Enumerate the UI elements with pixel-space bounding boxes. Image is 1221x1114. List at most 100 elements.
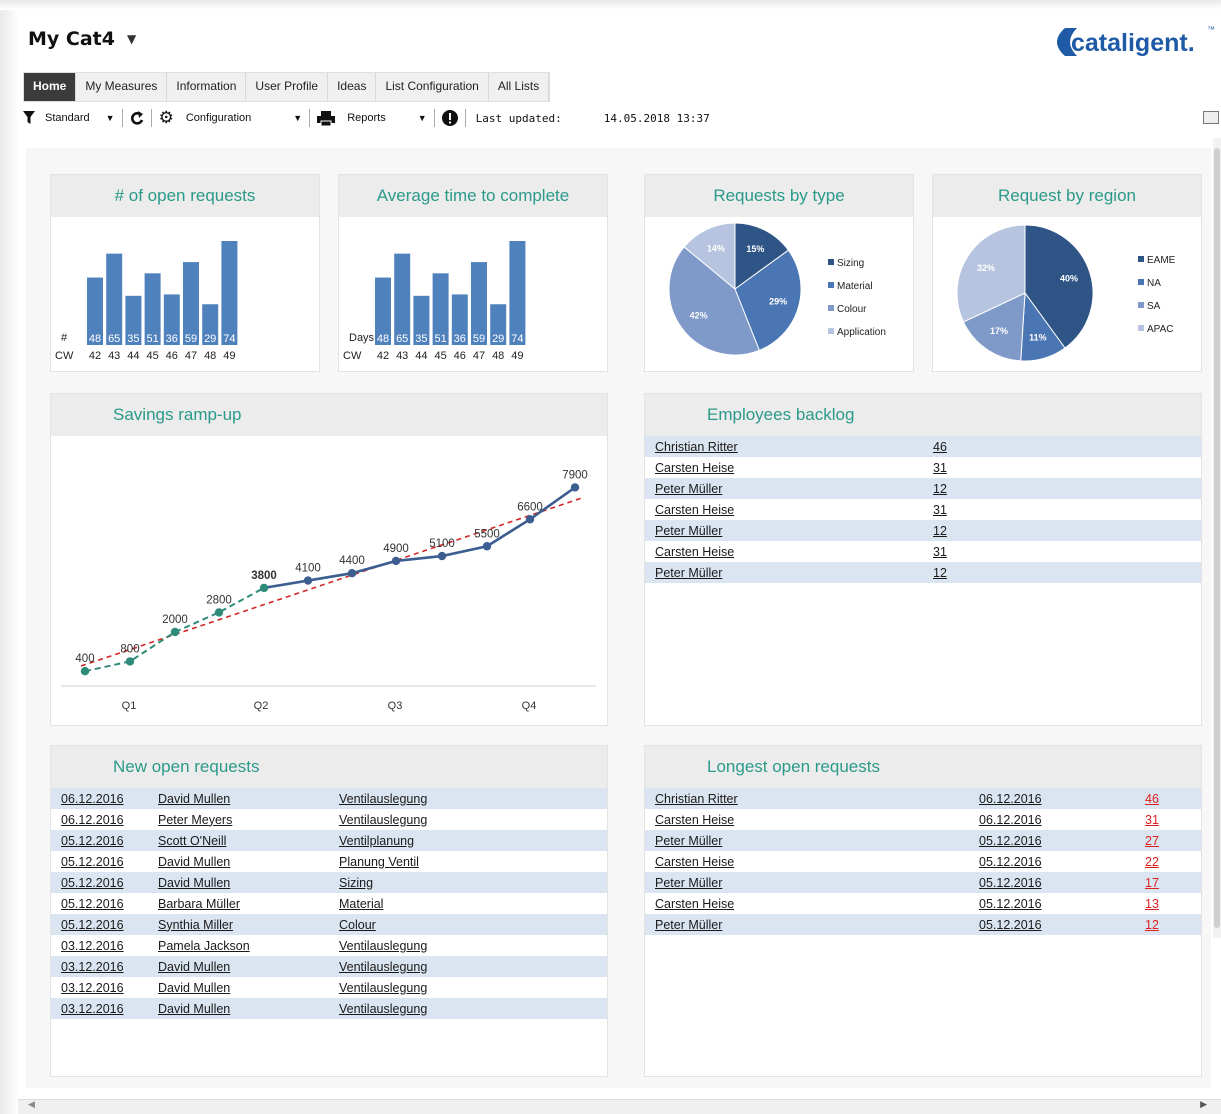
table-row[interactable]: 06.12.2016 David Mullen Ventilauslegung [51, 788, 607, 809]
employee-name-link[interactable]: Carsten Heise [655, 503, 734, 517]
request-date-link[interactable]: 05.12.2016 [979, 918, 1042, 932]
open-days-link[interactable]: 27 [1145, 834, 1159, 848]
request-date-link[interactable]: 05.12.2016 [979, 834, 1042, 848]
scrollbar-thumb[interactable] [1214, 148, 1220, 928]
request-topic-link[interactable]: Ventilauslegung [339, 939, 427, 953]
scroll-left-icon[interactable]: ◀ [28, 1100, 35, 1110]
request-topic-link[interactable]: Ventilplanung [339, 834, 414, 848]
open-days-link[interactable]: 17 [1145, 876, 1159, 890]
requester-name-link[interactable]: Synthia Miller [158, 918, 233, 932]
backlog-count-link[interactable]: 31 [933, 461, 947, 475]
request-date-link[interactable]: 03.12.2016 [61, 939, 124, 953]
employee-name-link[interactable]: Carsten Heise [655, 461, 734, 475]
employee-name-link[interactable]: Peter Müller [655, 918, 722, 932]
open-days-link[interactable]: 31 [1145, 813, 1159, 827]
requester-name-link[interactable]: Scott O'Neill [158, 834, 226, 848]
employee-name-link[interactable]: Carsten Heise [655, 897, 734, 911]
request-date-link[interactable]: 05.12.2016 [979, 855, 1042, 869]
request-date-link[interactable]: 06.12.2016 [979, 792, 1042, 806]
backlog-count-link[interactable]: 12 [933, 524, 947, 538]
window-icon[interactable] [1203, 111, 1219, 124]
employee-name-link[interactable]: Carsten Heise [655, 855, 734, 869]
table-row[interactable]: Peter Müller 12 [645, 478, 1201, 499]
request-topic-link[interactable]: Ventilauslegung [339, 960, 427, 974]
horizontal-scrollbar[interactable]: ◀ ▶ [18, 1099, 1221, 1114]
open-days-link[interactable]: 22 [1145, 855, 1159, 869]
open-days-link[interactable]: 13 [1145, 897, 1159, 911]
request-topic-link[interactable]: Ventilauslegung [339, 813, 427, 827]
request-topic-link[interactable]: Sizing [339, 876, 373, 890]
tab-my-measures[interactable]: My Measures [76, 73, 168, 101]
employee-name-link[interactable]: Peter Müller [655, 482, 722, 496]
table-row[interactable]: 05.12.2016 Synthia Miller Colour [51, 914, 607, 935]
request-topic-link[interactable]: Material [339, 897, 383, 911]
request-date-link[interactable]: 05.12.2016 [979, 897, 1042, 911]
table-row[interactable]: Peter Müller 05.12.2016 27 [645, 830, 1201, 851]
open-days-link[interactable]: 46 [1145, 792, 1159, 806]
request-topic-link[interactable]: Ventilauslegung [339, 792, 427, 806]
table-row[interactable]: 05.12.2016 David Mullen Sizing [51, 872, 607, 893]
vertical-scrollbar[interactable] [1213, 138, 1221, 938]
table-row[interactable]: 06.12.2016 Peter Meyers Ventilauslegung [51, 809, 607, 830]
table-row[interactable]: Carsten Heise 05.12.2016 13 [645, 893, 1201, 914]
reports-dropdown[interactable]: Reports ▼ [317, 110, 427, 126]
request-topic-link[interactable]: Ventilauslegung [339, 1002, 427, 1016]
request-date-link[interactable]: 05.12.2016 [61, 855, 124, 869]
requester-name-link[interactable]: Peter Meyers [158, 813, 232, 827]
table-row[interactable]: Peter Müller 05.12.2016 17 [645, 872, 1201, 893]
employee-name-link[interactable]: Carsten Heise [655, 545, 734, 559]
table-row[interactable]: Carsten Heise 31 [645, 541, 1201, 562]
request-topic-link[interactable]: Ventilauslegung [339, 981, 427, 995]
request-date-link[interactable]: 05.12.2016 [61, 834, 124, 848]
configuration-dropdown[interactable]: ⚙ Configuration ▼ [159, 109, 303, 126]
table-row[interactable]: 05.12.2016 David Mullen Planung Ventil [51, 851, 607, 872]
table-row[interactable]: Carsten Heise 06.12.2016 31 [645, 809, 1201, 830]
table-row[interactable]: 03.12.2016 David Mullen Ventilauslegung [51, 956, 607, 977]
backlog-count-link[interactable]: 12 [933, 566, 947, 580]
table-row[interactable]: Christian Ritter 46 [645, 436, 1201, 457]
requester-name-link[interactable]: David Mullen [158, 876, 230, 890]
employee-name-link[interactable]: Peter Müller [655, 524, 722, 538]
request-date-link[interactable]: 05.12.2016 [979, 876, 1042, 890]
request-date-link[interactable]: 05.12.2016 [61, 876, 124, 890]
table-row[interactable]: 05.12.2016 Scott O'Neill Ventilplanung [51, 830, 607, 851]
employee-name-link[interactable]: Peter Müller [655, 876, 722, 890]
request-topic-link[interactable]: Planung Ventil [339, 855, 419, 869]
open-days-link[interactable]: 12 [1145, 918, 1159, 932]
table-row[interactable]: 05.12.2016 Barbara Müller Material [51, 893, 607, 914]
request-date-link[interactable]: 06.12.2016 [61, 813, 124, 827]
table-row[interactable]: Peter Müller 05.12.2016 12 [645, 914, 1201, 935]
backlog-count-link[interactable]: 31 [933, 545, 947, 559]
alert-button[interactable] [441, 110, 458, 126]
table-row[interactable]: 03.12.2016 Pamela Jackson Ventilauslegung [51, 935, 607, 956]
employee-name-link[interactable]: Carsten Heise [655, 813, 734, 827]
backlog-count-link[interactable]: 12 [933, 482, 947, 496]
requester-name-link[interactable]: David Mullen [158, 792, 230, 806]
request-date-link[interactable]: 03.12.2016 [61, 960, 124, 974]
tab-all-lists[interactable]: All Lists [489, 73, 550, 101]
request-date-link[interactable]: 05.12.2016 [61, 918, 124, 932]
requester-name-link[interactable]: David Mullen [158, 981, 230, 995]
request-date-link[interactable]: 03.12.2016 [61, 1002, 124, 1016]
table-row[interactable]: Peter Müller 12 [645, 520, 1201, 541]
table-row[interactable]: Carsten Heise 31 [645, 499, 1201, 520]
employee-name-link[interactable]: Christian Ritter [655, 792, 738, 806]
employee-name-link[interactable]: Peter Müller [655, 566, 722, 580]
table-row[interactable]: 03.12.2016 David Mullen Ventilauslegung [51, 977, 607, 998]
requester-name-link[interactable]: David Mullen [158, 960, 230, 974]
backlog-count-link[interactable]: 46 [933, 440, 947, 454]
filter-dropdown[interactable]: Standard ▼ [23, 111, 115, 125]
requester-name-link[interactable]: David Mullen [158, 855, 230, 869]
requester-name-link[interactable]: David Mullen [158, 1002, 230, 1016]
request-topic-link[interactable]: Colour [339, 918, 376, 932]
table-row[interactable]: Carsten Heise 31 [645, 457, 1201, 478]
tab-user-profile[interactable]: User Profile [246, 73, 329, 101]
request-date-link[interactable]: 06.12.2016 [979, 813, 1042, 827]
title-dropdown-icon[interactable]: ▼ [127, 32, 136, 46]
requester-name-link[interactable]: Pamela Jackson [158, 939, 250, 953]
table-row[interactable]: 03.12.2016 David Mullen Ventilauslegung [51, 998, 607, 1019]
table-row[interactable]: Christian Ritter 06.12.2016 46 [645, 788, 1201, 809]
table-row[interactable]: Carsten Heise 05.12.2016 22 [645, 851, 1201, 872]
request-date-link[interactable]: 03.12.2016 [61, 981, 124, 995]
employee-name-link[interactable]: Christian Ritter [655, 440, 738, 454]
